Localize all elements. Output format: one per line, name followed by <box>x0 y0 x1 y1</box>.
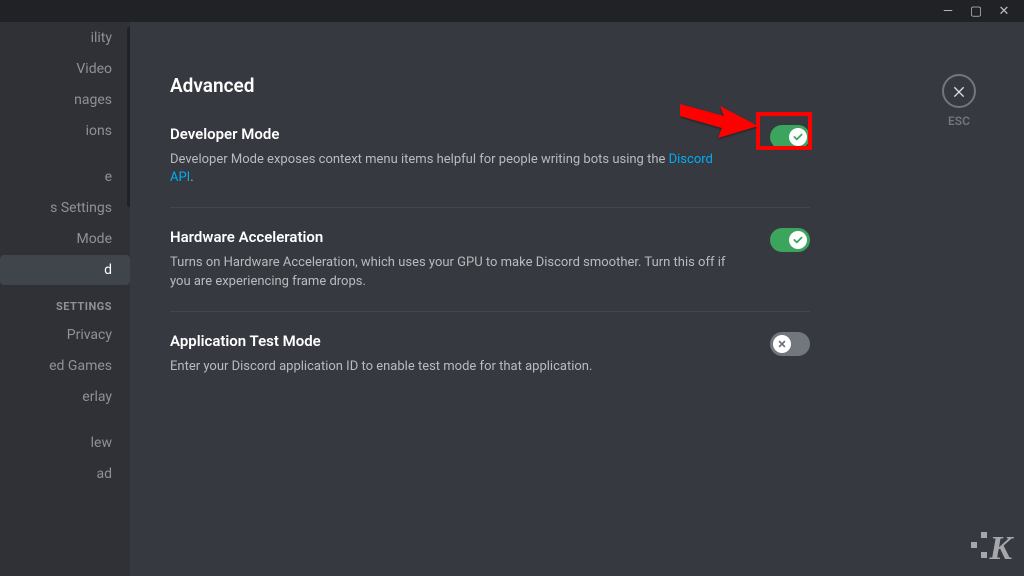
close-settings-container: ESC <box>942 74 976 128</box>
developer-mode-toggle[interactable] <box>770 125 810 149</box>
setting-developer-mode: Developer Mode Developer Mode exposes co… <box>170 125 810 208</box>
settings-sidebar: ility Video nages ions e s Settings Mode… <box>0 22 130 576</box>
sidebar-item-streamer-mode[interactable]: Mode <box>0 224 130 254</box>
toggle-knob <box>789 231 807 249</box>
setting-application-test-mode: Application Test Mode Enter your Discord… <box>170 332 810 396</box>
setting-description-text: Developer Mode exposes context menu item… <box>170 152 669 167</box>
setting-description: Turns on Hardware Acceleration, which us… <box>170 254 730 290</box>
sidebar-item[interactable]: nages <box>0 85 130 115</box>
sidebar-item[interactable]: erlay <box>0 382 130 412</box>
window-maximize-button[interactable]: ▢ <box>962 0 990 22</box>
sidebar-item[interactable]: ed Games <box>0 351 130 381</box>
sidebar-item[interactable]: Privacy <box>0 320 130 350</box>
sidebar-item[interactable]: ility <box>0 23 130 53</box>
check-icon <box>792 234 804 246</box>
window-minimize-button[interactable]: — <box>934 0 962 22</box>
setting-title: Application Test Mode <box>170 332 810 350</box>
toggle-knob <box>773 335 791 353</box>
sidebar-item[interactable]: ions <box>0 116 130 146</box>
sidebar-item[interactable]: lew <box>0 428 130 458</box>
setting-hardware-acceleration: Hardware Acceleration Turns on Hardware … <box>170 228 810 311</box>
setting-description: Developer Mode exposes context menu item… <box>170 151 730 187</box>
titlebar: — ▢ ✕ <box>0 0 1024 22</box>
setting-description: Enter your Discord application ID to ena… <box>170 358 730 376</box>
watermark-dots-icon <box>971 532 987 558</box>
setting-title: Hardware Acceleration <box>170 228 810 246</box>
watermark-letter: K <box>989 530 1010 568</box>
close-icon <box>951 83 967 99</box>
check-icon <box>792 131 804 143</box>
hardware-acceleration-toggle[interactable] <box>770 228 810 252</box>
toggle-knob <box>789 128 807 146</box>
setting-title: Developer Mode <box>170 125 810 143</box>
sidebar-item[interactable] <box>0 147 130 161</box>
esc-label: ESC <box>948 114 970 128</box>
sidebar-section-header: SETTINGS <box>0 286 130 319</box>
sidebar-item[interactable]: ad <box>0 459 130 489</box>
x-icon <box>776 338 788 350</box>
application-test-mode-toggle[interactable] <box>770 332 810 356</box>
setting-description-suffix: . <box>190 170 193 185</box>
sidebar-item-advanced[interactable]: d <box>0 255 130 285</box>
close-settings-button[interactable] <box>942 74 976 108</box>
sidebar-item[interactable]: s Settings <box>0 193 130 223</box>
page-title: Advanced <box>170 74 984 97</box>
watermark: K <box>971 530 1010 568</box>
sidebar-item[interactable]: Video <box>0 54 130 84</box>
window-close-button[interactable]: ✕ <box>990 0 1018 22</box>
settings-content: ESC Advanced Developer Mode Developer Mo… <box>130 22 1024 576</box>
sidebar-item[interactable]: e <box>0 162 130 192</box>
